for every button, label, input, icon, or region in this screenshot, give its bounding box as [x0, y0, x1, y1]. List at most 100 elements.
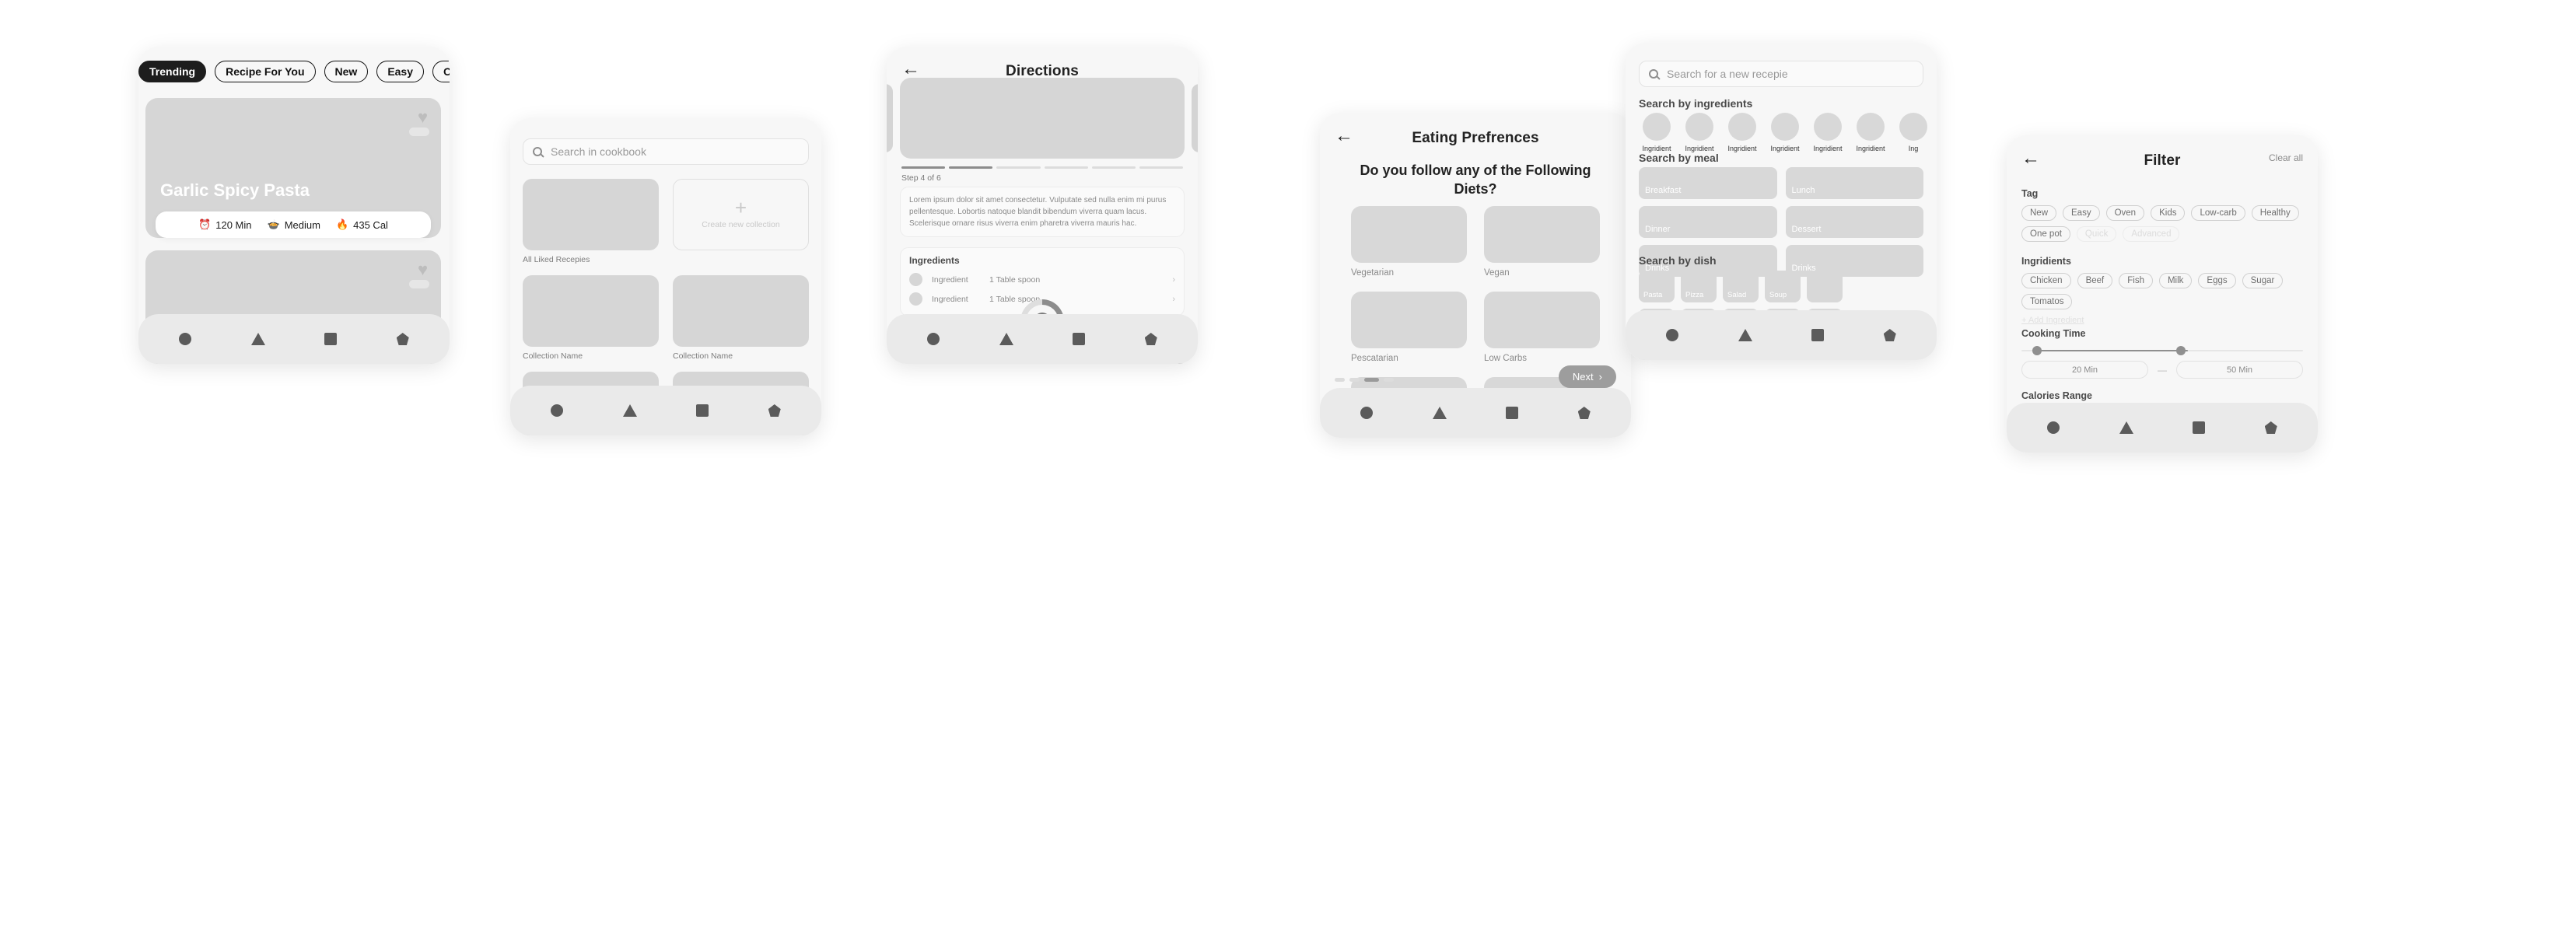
ingredient-chip-row[interactable]: Ingridient Ingridient Ingridient Ingridi…	[1639, 113, 1937, 152]
ingredient-chip[interactable]: Sugar	[2242, 273, 2284, 288]
pager-dot-active[interactable]	[1364, 378, 1379, 382]
meal-tile[interactable]: Dessert	[1785, 206, 1923, 238]
nav-circle-icon[interactable]	[2047, 421, 2060, 434]
clear-all-button[interactable]: Clear all	[2269, 152, 2303, 163]
pager-dot[interactable]	[1349, 378, 1360, 382]
next-button[interactable]: Next ›	[1558, 365, 1616, 388]
nav-pentagon-icon[interactable]	[1883, 329, 1896, 341]
meal-tile[interactable]: Lunch	[1785, 167, 1923, 199]
diet-option[interactable]: Low Carbs	[1484, 292, 1600, 363]
step-bar	[901, 166, 946, 169]
create-collection-item[interactable]: + Create new collection	[673, 179, 809, 264]
tag-chip-disabled[interactable]: Quick	[2076, 226, 2117, 242]
nav-pentagon-icon[interactable]	[1577, 407, 1591, 419]
nav-square-icon[interactable]	[696, 404, 709, 417]
search-input[interactable]: Search in cookbook	[523, 138, 809, 165]
ingredient-chip[interactable]: Tomatos	[2021, 294, 2073, 309]
create-collection-box[interactable]: + Create new collection	[673, 179, 809, 250]
nav-circle-icon[interactable]	[1666, 329, 1679, 341]
ingredient-chip[interactable]: Fish	[2119, 273, 2153, 288]
nav-square-icon[interactable]	[1811, 329, 1825, 341]
nav-triangle-icon[interactable]	[250, 333, 265, 345]
hero-next-peek[interactable]	[1192, 84, 1198, 152]
ingredient-item[interactable]: Ingridient	[1853, 113, 1888, 152]
nav-square-icon[interactable]	[1506, 407, 1519, 419]
nav-square-icon[interactable]	[2193, 421, 2206, 434]
ingredient-row[interactable]: Ingredient 1 Table spoon ›	[909, 270, 1175, 289]
ingredient-item[interactable]: Ing	[1895, 113, 1931, 152]
dish-tile[interactable]: Soup	[1765, 271, 1801, 302]
slider-knob-min[interactable]	[2032, 346, 2042, 355]
tag-chip[interactable]: Oven	[2105, 205, 2145, 221]
tag-chip[interactable]: One pot	[2021, 226, 2070, 242]
cooking-time-max-field[interactable]: 50 Min	[2176, 361, 2303, 379]
ingredient-chip[interactable]: Milk	[2158, 273, 2193, 288]
collection-item[interactable]: Collection Name	[673, 275, 809, 361]
chip-easy[interactable]: Easy	[376, 61, 425, 83]
bottom-navbar[interactable]	[2007, 403, 2318, 453]
nav-circle-icon[interactable]	[927, 333, 940, 345]
nav-square-icon[interactable]	[324, 333, 338, 345]
ingredient-item[interactable]: Ingridient	[1639, 113, 1675, 152]
recipe-card[interactable]: ♥ Garlic Spicy Pasta ⏰ 120 Min 🍲 Medium …	[145, 98, 441, 238]
diet-option[interactable]: Vegan	[1484, 206, 1600, 278]
nav-circle-icon[interactable]	[1360, 407, 1374, 419]
tag-chip[interactable]: Kids	[2151, 205, 2186, 221]
nav-circle-icon[interactable]	[179, 333, 192, 345]
search-input[interactable]: Search for a new recepie	[1639, 61, 1923, 87]
ingredient-item[interactable]: Ingridient	[1724, 113, 1760, 152]
ingredient-chip[interactable]: Beef	[2077, 273, 2113, 288]
tag-chip[interactable]: Low-carb	[2191, 205, 2245, 221]
tag-chip[interactable]: Healthy	[2251, 205, 2299, 221]
bottom-navbar[interactable]	[887, 314, 1198, 364]
chip-recipe-for-you[interactable]: Recipe For You	[215, 61, 316, 83]
nav-square-icon[interactable]	[1073, 333, 1086, 345]
bottom-navbar[interactable]	[138, 314, 450, 364]
chip-oven[interactable]: Ove	[432, 61, 450, 83]
pager-dot[interactable]	[1384, 378, 1394, 382]
nav-triangle-icon[interactable]	[1738, 329, 1752, 341]
collection-item[interactable]: All Liked Recepies	[523, 179, 659, 264]
bottom-navbar[interactable]	[1320, 388, 1631, 438]
cooking-time-min-field[interactable]: 20 Min	[2021, 361, 2148, 379]
hero-prev-peek[interactable]	[887, 84, 893, 152]
category-chip-row[interactable]: Trending Recipe For You New Easy Ove	[138, 61, 450, 83]
nav-triangle-icon[interactable]	[2119, 421, 2133, 434]
meal-tile[interactable]: Breakfast	[1639, 167, 1777, 199]
chevron-right-icon[interactable]: ›	[1172, 275, 1175, 285]
collection-item[interactable]: Collection Name	[523, 275, 659, 361]
tag-chip[interactable]: New	[2021, 205, 2057, 221]
nav-triangle-icon[interactable]	[622, 404, 637, 417]
ingredient-item[interactable]: Ingridient	[1767, 113, 1803, 152]
chip-new[interactable]: New	[324, 61, 369, 83]
bottom-navbar[interactable]	[1626, 310, 1937, 360]
diet-option[interactable]: Vegetarian	[1351, 206, 1467, 278]
meal-tile[interactable]: Dinner	[1639, 206, 1777, 238]
ingredient-chip[interactable]: Chicken	[2021, 273, 2071, 288]
bottom-navbar[interactable]	[510, 386, 821, 435]
tag-chip-disabled[interactable]: Advanced	[2123, 226, 2180, 242]
dish-tile[interactable]: Salad	[1723, 271, 1759, 302]
ingredient-chip[interactable]: Eggs	[2198, 273, 2236, 288]
favorite-heart-icon[interactable]: ♥	[418, 109, 428, 126]
nav-triangle-icon[interactable]	[999, 333, 1013, 345]
pager-dot[interactable]	[1335, 378, 1345, 382]
add-ingredient-link[interactable]: + Add Ingredient	[2021, 316, 2084, 325]
ingredient-item[interactable]: Ingridient	[1682, 113, 1717, 152]
favorite-heart-icon[interactable]: ♥	[418, 261, 428, 278]
nav-pentagon-icon[interactable]	[1144, 333, 1157, 345]
tag-chip[interactable]: Easy	[2063, 205, 2100, 221]
chip-trending[interactable]: Trending	[138, 61, 207, 83]
diet-option[interactable]: Pescatarian	[1351, 292, 1467, 363]
nav-pentagon-icon[interactable]	[2264, 421, 2277, 434]
nav-pentagon-icon[interactable]	[768, 404, 781, 417]
nav-triangle-icon[interactable]	[1432, 407, 1447, 419]
slider-knob-max[interactable]	[2176, 346, 2186, 355]
ingredient-item[interactable]: Ingridient	[1810, 113, 1846, 152]
nav-pentagon-icon[interactable]	[396, 333, 409, 345]
nav-circle-icon[interactable]	[551, 404, 564, 417]
dish-tile[interactable]	[1807, 271, 1843, 302]
dish-tile[interactable]: Pizza	[1681, 271, 1717, 302]
dish-tile[interactable]: Pasta	[1639, 271, 1675, 302]
cooking-time-slider[interactable]	[2021, 345, 2303, 356]
